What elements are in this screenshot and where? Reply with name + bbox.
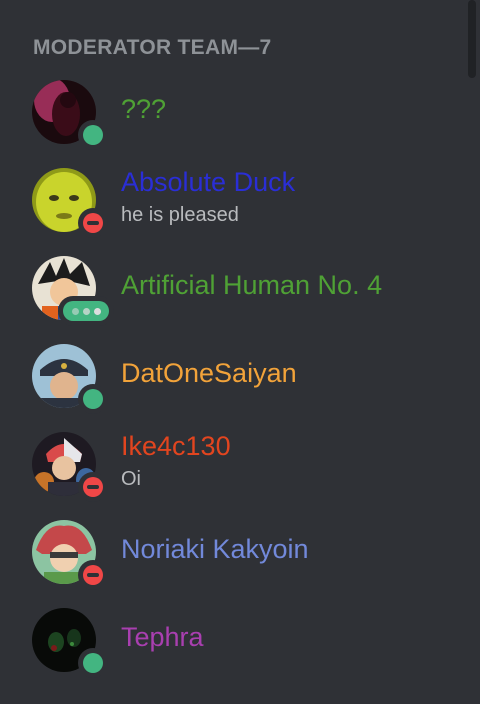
member-list-panel: MODERATOR TEAM—7 ??? Absolute Duck he is… (0, 0, 480, 704)
member-name: Tephra (121, 622, 204, 652)
member-item[interactable]: Absolute Duck he is pleased (20, 158, 450, 238)
status-indicator-online (78, 648, 108, 678)
status-indicator-online (78, 120, 108, 150)
avatar-wrap (32, 344, 108, 414)
status-indicator-online (78, 384, 108, 414)
status-indicator-dnd (78, 472, 108, 502)
member-name: ??? (121, 94, 167, 124)
member-item[interactable]: Tephra (20, 598, 450, 678)
custom-status: Oi (121, 468, 141, 490)
member-name: Absolute Duck (121, 167, 296, 197)
avatar-wrap (32, 608, 108, 678)
member-name: DatOneSaiyan (121, 358, 297, 388)
member-name: Ike4c130 (121, 431, 231, 461)
member-item[interactable]: Ike4c130 Oi (20, 422, 450, 502)
scrollbar[interactable] (468, 0, 476, 78)
section-header: MODERATOR TEAM—7 (33, 36, 272, 59)
member-item[interactable]: Artificial Human No. 4 (20, 246, 450, 326)
member-name: Noriaki Kakyoin (121, 534, 309, 564)
member-item[interactable]: Noriaki Kakyoin (20, 510, 450, 590)
member-name: Artificial Human No. 4 (121, 270, 383, 300)
status-indicator-typing (58, 296, 114, 326)
member-item[interactable]: ??? (20, 70, 450, 150)
status-indicator-dnd (78, 208, 108, 238)
avatar-wrap (32, 432, 108, 502)
avatar-wrap (32, 168, 108, 238)
member-item[interactable]: DatOneSaiyan (20, 334, 450, 414)
status-indicator-dnd (78, 560, 108, 590)
avatar-wrap (32, 80, 108, 150)
avatar-wrap (32, 520, 108, 590)
avatar-wrap (32, 256, 114, 326)
custom-status: he is pleased (121, 204, 239, 226)
